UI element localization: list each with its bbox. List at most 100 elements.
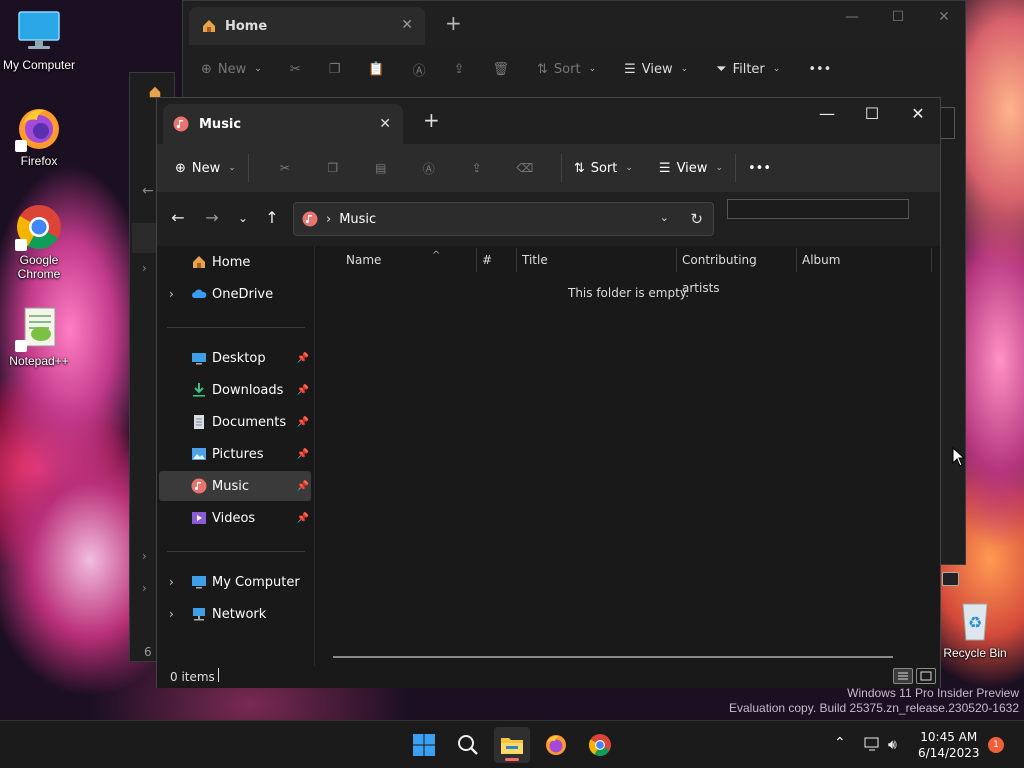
copy-icon: ❐ <box>328 61 341 77</box>
paste-button[interactable]: 📋 <box>368 62 384 77</box>
column-header-name[interactable]: Name ^ <box>346 246 476 274</box>
chevron-right-icon[interactable]: › <box>169 287 174 301</box>
sidebar-item-label: Documents <box>212 414 287 430</box>
chevron-right-icon[interactable]: › <box>169 575 174 589</box>
back-button[interactable]: ← <box>167 207 189 229</box>
file-explorer-window[interactable]: Music ✕ + — ☐ ✕ ⊕ New ⌄ ✂ ❐ ▤ Ⓐ ⇪ ⌫ ⇅ So… <box>156 97 941 688</box>
copy-button[interactable]: ❐ <box>309 161 357 175</box>
more-button[interactable]: ••• <box>748 161 771 176</box>
column-header-album[interactable]: Album <box>802 246 902 274</box>
address-bar[interactable]: › Music ⌄ ↻ <box>293 202 714 236</box>
sidebar-item-my-computer[interactable]: › My Computer <box>159 567 311 597</box>
share-button[interactable]: ⇪ <box>454 62 465 77</box>
rename-button[interactable]: Ⓐ <box>413 60 426 79</box>
rename-button[interactable]: Ⓐ <box>405 160 453 177</box>
new-tab-button[interactable]: + <box>423 108 440 132</box>
horizontal-scrollbar[interactable] <box>333 656 893 658</box>
home-icon <box>201 18 217 34</box>
chevron-up-icon[interactable]: ⌃ <box>834 735 846 751</box>
sidebar-item-music[interactable]: Music 📌 <box>159 471 311 501</box>
file-explorer-button[interactable] <box>494 727 530 763</box>
desktop-icon-chrome[interactable]: Google Chrome <box>0 203 78 281</box>
refresh-icon[interactable]: ↻ <box>690 210 703 228</box>
sidebar-item-onedrive[interactable]: › OneDrive <box>159 279 311 309</box>
up-button[interactable]: ↑ <box>261 207 283 229</box>
cut-button[interactable]: ✂ <box>261 161 309 175</box>
pin-icon: 📌 <box>296 352 309 364</box>
column-header-number[interactable]: # <box>482 246 512 274</box>
sidebar-item-documents[interactable]: Documents 📌 <box>159 407 311 437</box>
status-item-count: 6 <box>144 645 152 659</box>
close-tab-icon[interactable]: ✕ <box>401 17 413 33</box>
sidebar-item-desktop[interactable]: Desktop 📌 <box>159 343 311 373</box>
sidebar-item-downloads[interactable]: Downloads 📌 <box>159 375 311 405</box>
desktop-icon-firefox[interactable]: Firefox <box>0 104 78 168</box>
column-divider[interactable] <box>476 248 477 272</box>
column-header-contributing-artists[interactable]: Contributing artists <box>682 246 796 295</box>
breadcrumb-separator-icon[interactable]: › <box>326 212 331 227</box>
start-button[interactable] <box>406 727 442 763</box>
sidebar-item-home[interactable]: Home <box>159 247 311 277</box>
search-button[interactable] <box>450 727 486 763</box>
view-button[interactable]: ☰ View ⌄ <box>659 161 723 176</box>
chrome-taskbar-button[interactable] <box>582 727 618 763</box>
sort-button[interactable]: ⇅ Sort ⌄ <box>574 161 633 176</box>
column-divider[interactable] <box>796 248 797 272</box>
firefox-taskbar-button[interactable] <box>538 727 574 763</box>
network-tray-icon[interactable] <box>864 737 880 751</box>
paste-button[interactable]: ▤ <box>357 161 405 175</box>
chevron-right-icon[interactable]: › <box>142 261 147 275</box>
details-pane-toggle[interactable] <box>942 572 959 586</box>
search-icon <box>457 734 479 756</box>
chevron-right-icon[interactable]: › <box>142 549 147 563</box>
column-divider[interactable] <box>516 248 517 272</box>
sidebar-item-network[interactable]: › Network <box>159 599 311 629</box>
desktop-icon-recycle-bin[interactable]: ♻ Recycle Bin <box>936 596 1014 660</box>
copy-button[interactable]: ❐ <box>329 62 341 77</box>
tab-home[interactable]: Home ✕ <box>189 7 425 45</box>
close-button[interactable]: ✕ <box>895 100 941 128</box>
clock[interactable]: 10:45 AM 6/14/2023 <box>918 729 980 761</box>
forward-button[interactable]: → <box>201 207 223 229</box>
more-button[interactable]: ••• <box>808 62 831 77</box>
close-tab-icon[interactable]: ✕ <box>379 116 391 132</box>
chevron-down-icon[interactable]: ⌄ <box>660 211 669 224</box>
column-divider[interactable] <box>676 248 677 272</box>
pictures-icon <box>191 446 207 462</box>
chevron-right-icon[interactable]: › <box>169 607 174 621</box>
desktop-icon-label: My Computer <box>2 58 76 72</box>
command-bar: ⊕ New ⌄ ✂ ❐ 📋 Ⓐ ⇪ 🗑 ⇅ Sort ⌄ ☰ View ⌄ ⏷ … <box>183 49 965 89</box>
close-button[interactable]: ✕ <box>921 5 967 29</box>
sidebar-item-pictures[interactable]: Pictures 📌 <box>159 439 311 469</box>
recent-locations-button[interactable]: ⌄ <box>232 207 254 229</box>
minimize-button[interactable]: — <box>804 100 850 128</box>
desktop-icon-my-computer[interactable]: My Computer <box>0 8 78 72</box>
tab-music[interactable]: Music ✕ <box>163 104 403 144</box>
minimize-button[interactable]: — <box>829 5 875 29</box>
delete-button[interactable]: 🗑 <box>492 62 509 77</box>
breadcrumb-music[interactable]: Music <box>339 212 376 227</box>
maximize-button[interactable]: ☐ <box>875 5 921 29</box>
sort-button[interactable]: ⇅ Sort ⌄ <box>537 62 596 77</box>
new-button[interactable]: ⊕ New ⌄ <box>201 62 262 77</box>
back-icon[interactable]: ← <box>142 183 154 199</box>
filter-button[interactable]: ⏷ Filter ⌄ <box>716 62 780 77</box>
cut-button[interactable]: ✂ <box>290 62 301 77</box>
new-button[interactable]: ⊕ New ⌄ <box>175 161 236 176</box>
search-input[interactable] <box>727 199 909 219</box>
share-button[interactable]: ⇪ <box>453 161 501 175</box>
column-header-title[interactable]: Title <box>522 246 672 274</box>
volume-icon[interactable]: 🔊︎ <box>888 737 897 753</box>
new-tab-button[interactable]: + <box>445 11 462 35</box>
delete-button[interactable]: ⌫ <box>501 161 549 175</box>
details-view-toggle[interactable] <box>893 668 913 684</box>
column-divider[interactable] <box>931 248 932 272</box>
notification-badge[interactable]: 1 <box>988 737 1004 753</box>
chevron-right-icon[interactable]: › <box>142 581 147 595</box>
view-button[interactable]: ☰ View ⌄ <box>624 62 688 77</box>
desktop-icon-notepadpp[interactable]: Notepad++ <box>0 304 78 368</box>
large-icons-view-toggle[interactable] <box>916 668 936 684</box>
tab-label: Music <box>199 116 242 132</box>
sidebar-item-videos[interactable]: Videos 📌 <box>159 503 311 533</box>
maximize-button[interactable]: ☐ <box>849 100 895 128</box>
